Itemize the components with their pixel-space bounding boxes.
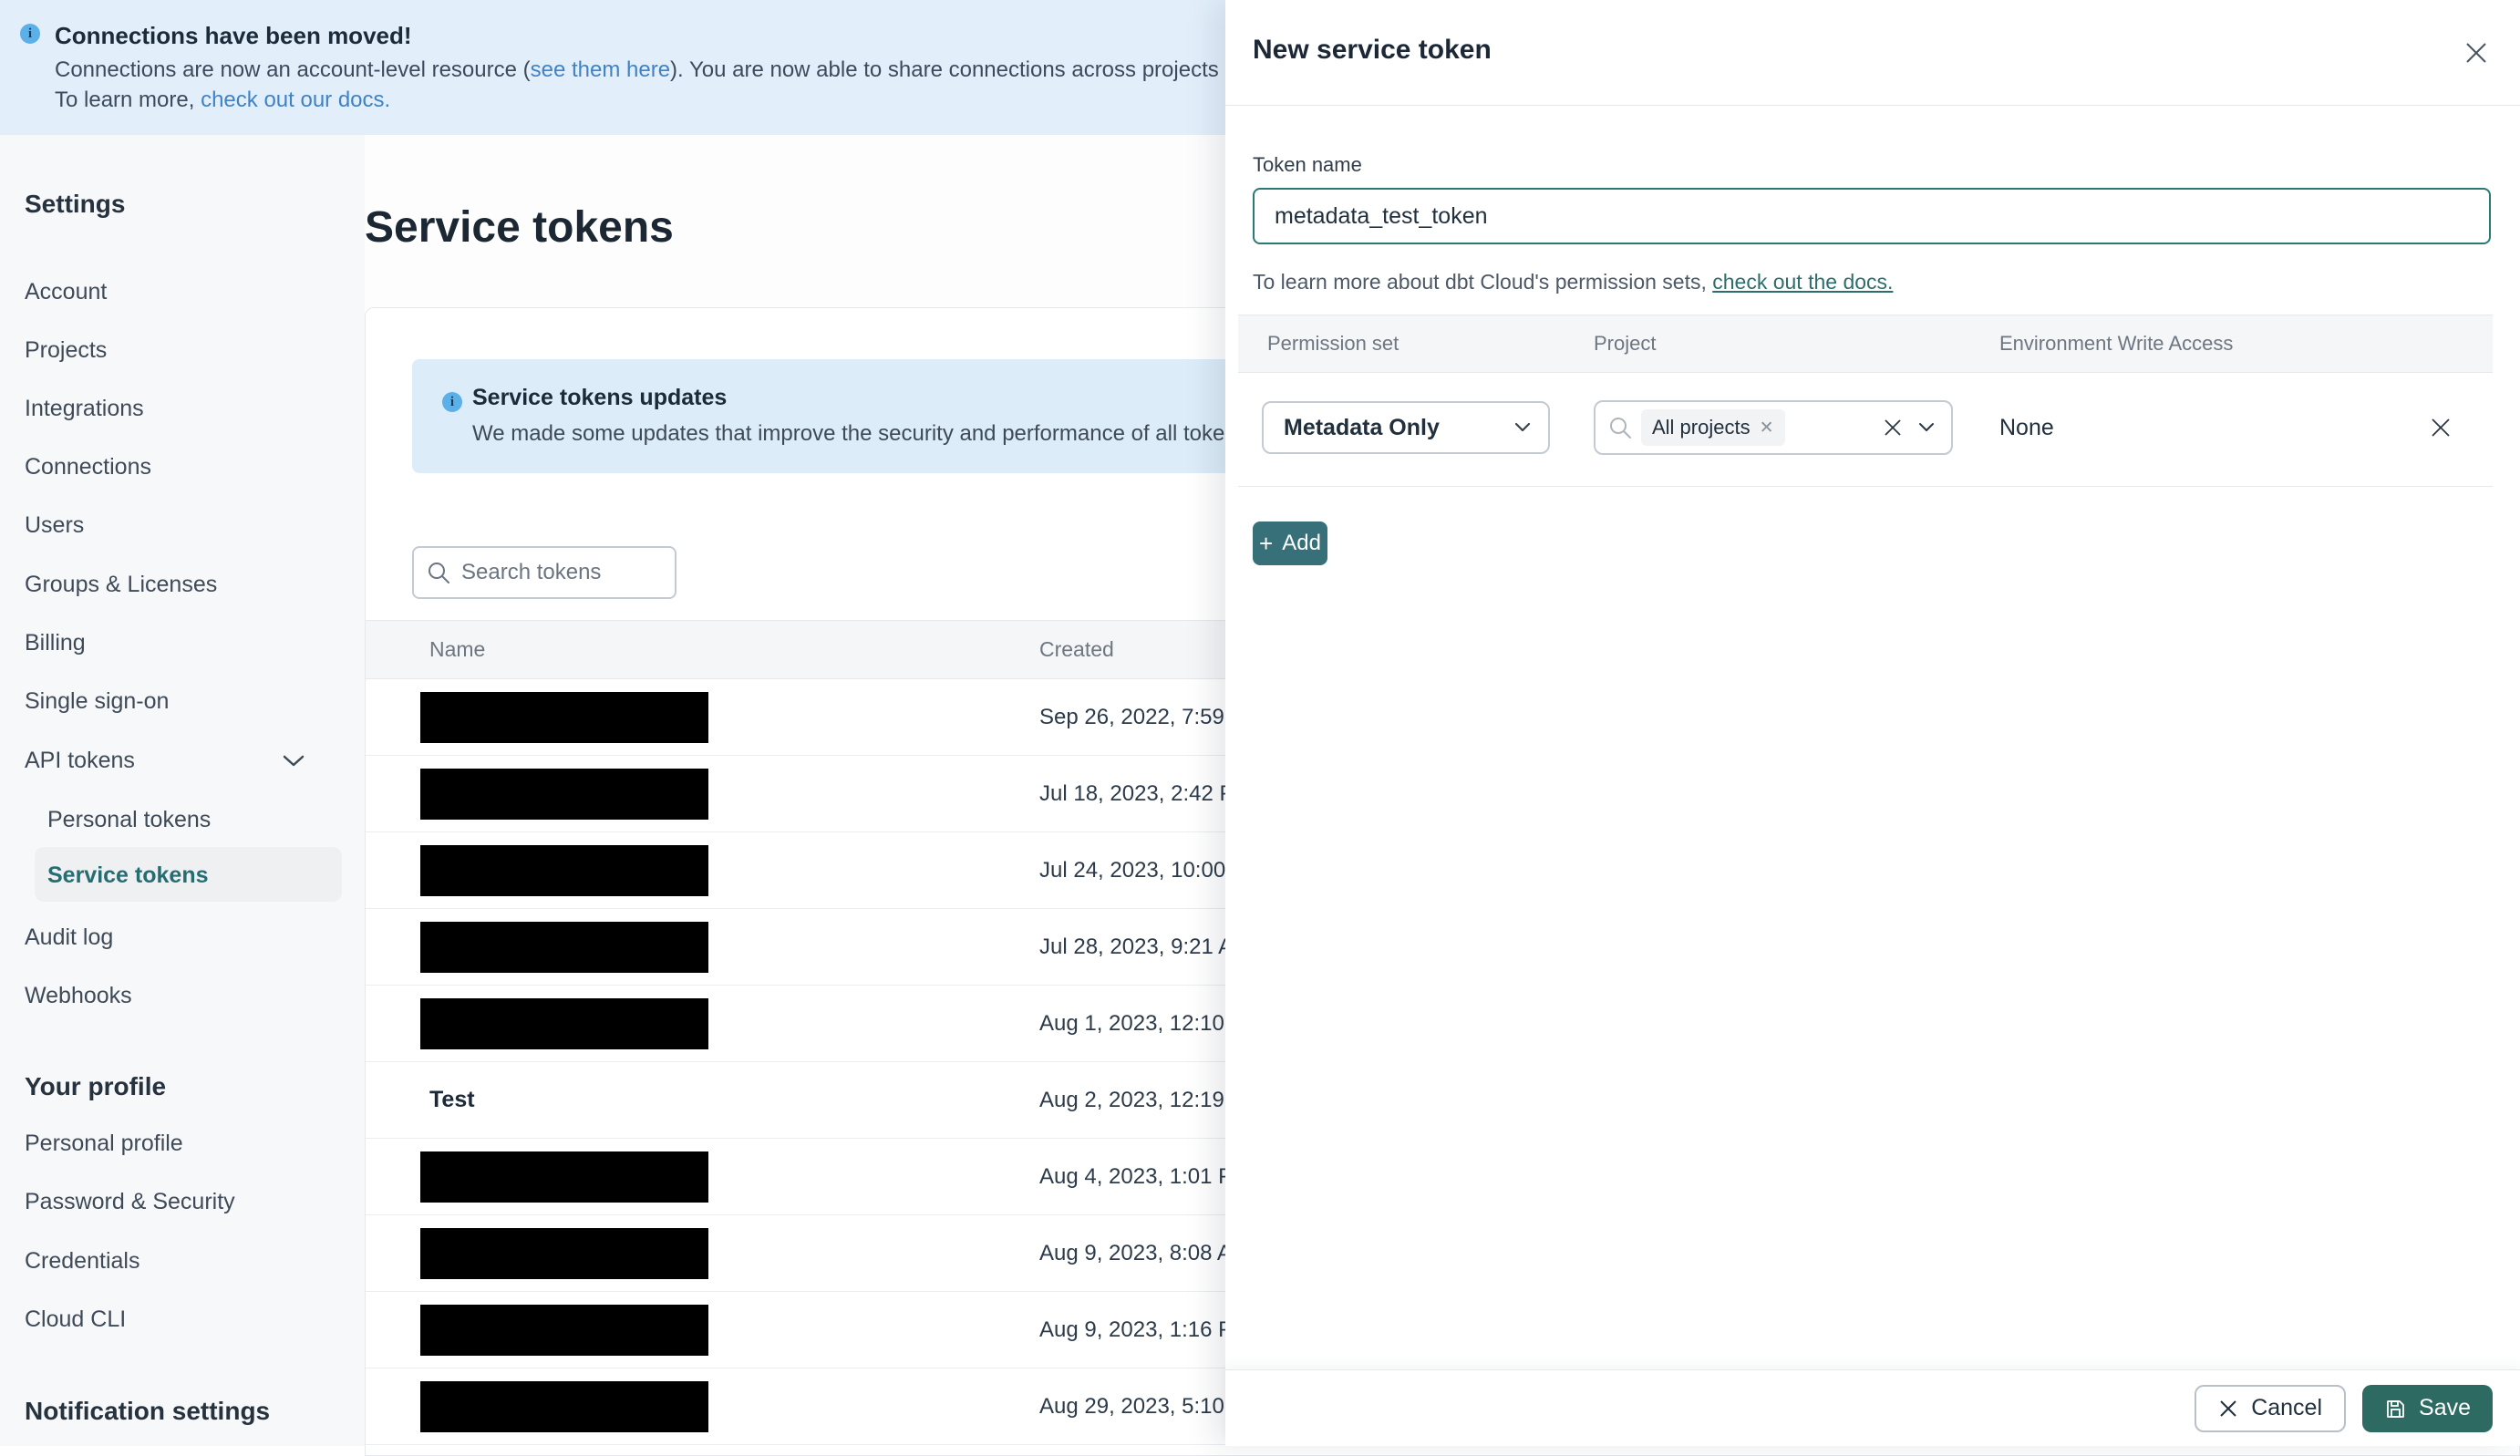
add-permission-button[interactable]: + Add [1253, 521, 1327, 565]
redacted-token-name [420, 1304, 708, 1356]
token-name-label: Token name [1253, 153, 1362, 176]
permission-set-select[interactable]: Metadata Only [1262, 401, 1550, 454]
save-button[interactable]: Save [2362, 1384, 2493, 1432]
drawer-body: Token name To learn more about dbt Cloud… [1225, 153, 2520, 565]
info-icon: i [20, 24, 40, 44]
drawer-title: New service token [1253, 35, 1492, 65]
infobox-body: We made some updates that improve the se… [472, 421, 1327, 446]
settings-sidebar: Settings Account Projects Integrations C… [0, 135, 365, 1446]
search-icon [1610, 418, 1631, 439]
sidebar-item-audit-log[interactable]: Audit log [25, 924, 113, 951]
banner-title: Connections have been moved! [55, 22, 412, 49]
redacted-token-name [420, 997, 708, 1049]
plus-icon: + [1259, 530, 1274, 557]
chevron-down-icon[interactable] [1918, 422, 1935, 433]
sidebar-item-cloud-cli[interactable]: Cloud CLI [25, 1306, 126, 1333]
column-header-environment-write-access: Environment Write Access [1999, 332, 2234, 355]
sidebar-item-projects[interactable]: Projects [25, 337, 107, 364]
check-out-the-docs-link[interactable]: check out the docs. [1712, 270, 1893, 294]
permissions-grid-header: Permission set Project Environment Write… [1238, 315, 2493, 373]
all-projects-chip[interactable]: All projects ✕ [1641, 409, 1785, 446]
sidebar-item-integrations[interactable]: Integrations [25, 396, 144, 422]
environment-write-access-value: None [1999, 414, 2054, 440]
sidebar-item-personal-profile[interactable]: Personal profile [25, 1131, 183, 1157]
redacted-token-name [420, 1227, 708, 1279]
drawer-footer: Cancel Save [1225, 1369, 2520, 1446]
redacted-token-name [420, 1380, 708, 1432]
chevron-down-icon [1514, 422, 1531, 432]
sidebar-item-webhooks[interactable]: Webhooks [25, 983, 132, 1009]
column-header-permission-set: Permission set [1267, 332, 1399, 355]
project-multiselect[interactable]: All projects ✕ [1594, 400, 1953, 455]
sidebar-item-personal-tokens[interactable]: Personal tokens [47, 807, 211, 833]
permission-row: Metadata Only All projects ✕ None [1238, 373, 2493, 487]
sidebar-item-account[interactable]: Account [25, 279, 107, 305]
permission-set-value: Metadata Only [1284, 414, 1440, 440]
sidebar-heading-settings: Settings [25, 190, 126, 218]
sidebar-heading-your-profile: Your profile [25, 1072, 167, 1100]
sidebar-item-single-sign-on[interactable]: Single sign-on [25, 688, 169, 715]
redacted-token-name [420, 921, 708, 973]
redacted-token-name [420, 1151, 708, 1203]
token-name-input[interactable] [1253, 188, 2491, 244]
banner-text-line2: Connections are now an account-level res… [55, 57, 1409, 82]
page-title: Service tokens [365, 203, 674, 252]
sidebar-heading-notification-settings: Notification settings [25, 1397, 271, 1425]
drawer-header: New service token [1225, 0, 2520, 106]
redacted-token-name [420, 844, 708, 896]
sidebar-item-api-tokens[interactable]: API tokens [25, 748, 135, 774]
sidebar-item-billing[interactable]: Billing [25, 630, 86, 656]
infobox-title: Service tokens updates [472, 385, 728, 410]
clear-selection-icon[interactable] [1882, 417, 1904, 439]
close-icon [2220, 1399, 2236, 1417]
sidebar-item-connections[interactable]: Connections [25, 454, 151, 480]
column-header-project: Project [1594, 332, 1657, 355]
search-tokens-input[interactable] [461, 560, 644, 585]
column-header-name: Name [429, 637, 486, 661]
redacted-token-name [420, 768, 708, 820]
see-them-here-link[interactable]: see them here [531, 57, 670, 82]
cancel-button[interactable]: Cancel [2195, 1384, 2347, 1432]
remove-row-icon[interactable] [2429, 416, 2453, 439]
save-icon [2387, 1399, 2404, 1418]
sidebar-item-groups-licenses[interactable]: Groups & Licenses [25, 572, 217, 598]
check-out-our-docs-link[interactable]: check out our docs. [201, 88, 390, 112]
permission-sets-hint: To learn more about dbt Cloud's permissi… [1253, 270, 1894, 294]
sidebar-item-credentials[interactable]: Credentials [25, 1248, 139, 1275]
sidebar-item-users[interactable]: Users [25, 512, 84, 539]
close-icon[interactable] [2456, 33, 2496, 73]
info-icon: i [442, 392, 462, 412]
token-name-test: Test [429, 1087, 475, 1112]
new-service-token-drawer: New service token Token name To learn mo… [1225, 0, 2520, 1446]
sidebar-item-service-tokens-label[interactable]: Service tokens [47, 862, 209, 889]
redacted-token-name [420, 691, 708, 743]
sidebar-item-password-security[interactable]: Password & Security [25, 1189, 235, 1215]
remove-chip-icon[interactable]: ✕ [1760, 418, 1774, 439]
search-icon [429, 563, 449, 583]
chevron-down-icon[interactable] [281, 753, 306, 769]
search-tokens-box[interactable] [412, 546, 676, 599]
banner-text-line3: To learn more, check out our docs. [55, 88, 391, 112]
column-header-created: Created [1039, 637, 1114, 661]
